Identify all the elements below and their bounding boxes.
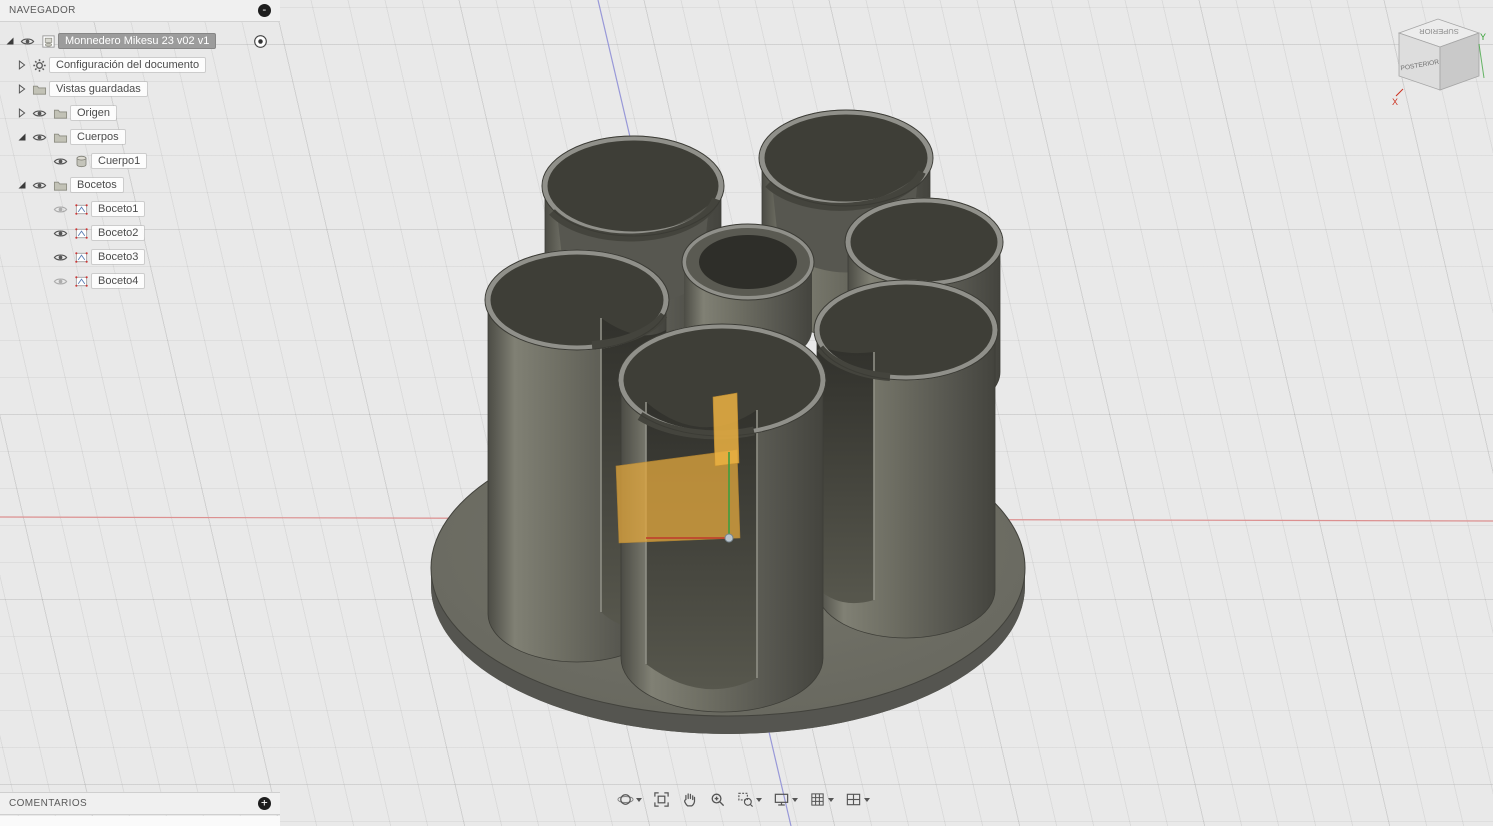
collapse-chevron-icon[interactable] (14, 106, 29, 120)
navigator-panel: NAVEGADOR - Monnedero Mikesu 23 v02 v1 C… (0, 0, 280, 293)
orbit-icon (617, 794, 634, 805)
navigator-collapse-button[interactable]: - (258, 4, 271, 17)
eye-icon[interactable] (53, 250, 68, 265)
grid-and-snaps-icon (811, 793, 824, 806)
tree-row-bodies[interactable]: Cuerpos (0, 125, 280, 149)
body-icon (76, 155, 87, 167)
sketch-icon (75, 227, 88, 239)
navigator-header: NAVEGADOR - (0, 0, 280, 22)
tree-item-label: Cuerpos (71, 130, 125, 144)
tree-row-sketch1[interactable]: Boceto1 (0, 197, 280, 221)
tree-item-label: Boceto4 (92, 274, 145, 288)
tree-item-label: Bocetos (71, 178, 123, 192)
activate-component-radio[interactable] (253, 34, 268, 49)
fit-button[interactable] (650, 789, 673, 810)
fit-icon (654, 792, 669, 807)
comments-title: COMENTARIOS (9, 798, 88, 809)
tree-item-label: Boceto2 (92, 226, 145, 240)
navigator-tree: Monnedero Mikesu 23 v02 v1 Configuración… (0, 22, 280, 293)
eye-icon[interactable] (32, 178, 47, 193)
folder-icon (53, 133, 68, 143)
expand-triangle-icon[interactable] (14, 178, 29, 192)
expand-triangle-icon[interactable] (14, 130, 29, 144)
folder-icon (53, 109, 68, 119)
eye-icon[interactable] (32, 130, 47, 145)
tree-row-sketch2[interactable]: Boceto2 (0, 221, 280, 245)
viewports-icon (846, 793, 861, 806)
comments-panel-footer (0, 816, 280, 826)
view-cube-top-label: SUPERIOR (1419, 27, 1459, 36)
tree-item-label: Boceto3 (92, 250, 145, 264)
navigation-toolbar (614, 789, 873, 810)
orbit-button[interactable] (614, 789, 645, 810)
viewports-button[interactable] (842, 789, 873, 810)
grid-and-snaps-button[interactable] (806, 789, 837, 810)
pan-icon (684, 793, 696, 807)
tree-item-label: Monnedero Mikesu 23 v02 v1 (59, 34, 216, 48)
comments-panel-header: COMENTARIOS + (0, 792, 280, 815)
tree-item-label: Vistas guardadas (50, 82, 147, 96)
grid-and-snaps-dropdown-caret (828, 797, 834, 802)
view-cube-axis-x-label: X (1392, 97, 1398, 106)
display-settings-dropdown-caret (792, 797, 798, 802)
gear-icon (33, 58, 46, 72)
display-settings-icon (774, 793, 789, 806)
tree-item-label: Origen (71, 106, 117, 120)
tree-row-root-component[interactable]: Monnedero Mikesu 23 v02 v1 (0, 29, 280, 53)
window-zoom-icon (738, 792, 753, 807)
window-zoom-button[interactable] (734, 789, 765, 810)
eye-icon[interactable] (20, 34, 35, 49)
pan-button[interactable] (678, 789, 701, 810)
comments-expand-button[interactable]: + (258, 797, 271, 810)
orbit-dropdown-caret (636, 797, 642, 802)
sketch-icon (75, 203, 88, 215)
eye-icon[interactable] (32, 106, 47, 121)
tree-row-origin[interactable]: Origen (0, 101, 280, 125)
view-cube[interactable]: SUPERIOR POSTERIOR X Y (1390, 6, 1490, 106)
folder-icon (53, 181, 68, 191)
sketch-icon (75, 251, 88, 263)
display-settings-button[interactable] (770, 789, 801, 810)
eye-off-icon[interactable] (53, 274, 68, 289)
window-zoom-dropdown-caret (756, 797, 762, 802)
view-cube-axis-y-line (1478, 43, 1485, 79)
tree-item-label: Configuración del documento (50, 58, 206, 72)
view-cube-axis-y-label: Y (1480, 32, 1486, 42)
tree-item-label: Cuerpo1 (92, 154, 147, 168)
eye-off-icon[interactable] (53, 202, 68, 217)
tree-row-body1[interactable]: Cuerpo1 (0, 149, 280, 173)
tree-row-document-settings[interactable]: Configuración del documento (0, 53, 280, 77)
zoom-button[interactable] (706, 789, 729, 810)
view-cube-axis-x-line (1395, 88, 1404, 97)
sketch-icon (75, 275, 88, 287)
tree-row-sketches[interactable]: Bocetos (0, 173, 280, 197)
tree-item-label: Boceto1 (92, 202, 145, 216)
expand-triangle-icon[interactable] (2, 34, 17, 48)
tree-row-sketch3[interactable]: Boceto3 (0, 245, 280, 269)
eye-icon[interactable] (53, 226, 68, 241)
collapse-chevron-icon[interactable] (14, 58, 29, 72)
component-icon (42, 34, 55, 48)
folder-icon (32, 85, 47, 95)
tree-row-saved-views[interactable]: Vistas guardadas (0, 77, 280, 101)
collapse-chevron-icon[interactable] (14, 82, 29, 96)
viewports-dropdown-caret (864, 797, 870, 802)
eye-icon[interactable] (53, 154, 68, 169)
navigator-title: NAVEGADOR (9, 5, 76, 16)
zoom-icon (711, 793, 725, 807)
tree-row-sketch4[interactable]: Boceto4 (0, 269, 280, 293)
